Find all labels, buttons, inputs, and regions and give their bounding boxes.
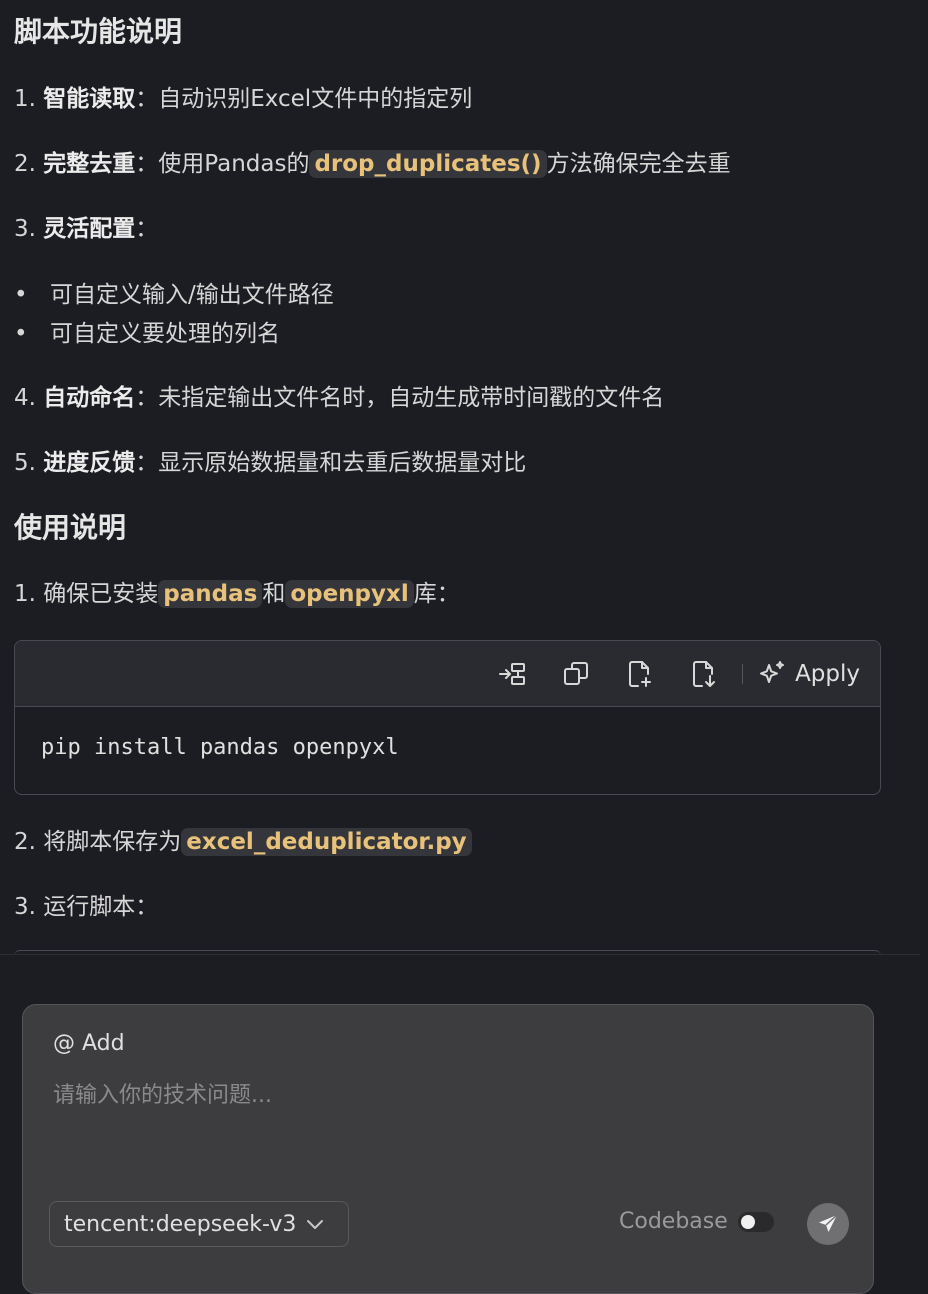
new-file-icon[interactable] <box>608 654 672 694</box>
apply-button[interactable]: Apply <box>757 659 860 689</box>
add-context-button[interactable]: @ Add <box>53 1031 125 1056</box>
feature-item-1: 1. 智能读取：自动识别Excel文件中的指定列 <box>14 86 473 112</box>
features-heading: 脚本功能说明 <box>14 15 183 48</box>
send-button[interactable] <box>807 1203 849 1245</box>
chevron-down-icon <box>307 1220 324 1229</box>
feature-item-3: 3. 灵活配置： <box>14 216 159 242</box>
code-toolbar: Apply <box>15 641 880 707</box>
code-block: Apply pip install pandas openpyxl <box>14 640 881 795</box>
feature-item-2: 2. 完整去重：使用Pandas的 drop_duplicates() 方法确保完全… <box>14 150 731 178</box>
send-icon <box>819 1214 838 1232</box>
inline-code: openpyxl <box>285 580 414 608</box>
copy-icon[interactable] <box>544 654 608 694</box>
inline-code: pandas <box>158 580 263 608</box>
usage-step-3: 3. 运行脚本： <box>14 894 159 920</box>
chat-scroll-area[interactable]: 脚本功能说明 1. 智能读取：自动识别Excel文件中的指定列 2. 完整去重：… <box>0 0 928 955</box>
toolbar-divider <box>742 663 744 684</box>
feature-item-5: 5. 进度反馈：显示原始数据量和去重后数据量对比 <box>14 450 527 476</box>
inline-code: excel_deduplicator.py <box>181 828 472 856</box>
codebase-label: Codebase <box>619 1209 728 1234</box>
codebase-toggle[interactable] <box>737 1211 774 1232</box>
inline-code: drop_duplicates() <box>309 150 547 178</box>
usage-step-2: 2. 将脚本保存为 excel_deduplicator.py <box>14 825 472 859</box>
feature-item-4: 4. 自动命名：未指定输出文件名时，自动生成带时间戳的文件名 <box>14 385 665 411</box>
insert-at-cursor-icon[interactable] <box>480 654 544 694</box>
config-bullet-list: 可自定义输入/输出文件路径 可自定义要处理的列名 <box>14 276 334 354</box>
usage-step-1: 1. 确保已安装 pandas 和 openpyxl 库： <box>14 580 460 608</box>
code-content: pip install pandas openpyxl <box>41 735 399 760</box>
list-item: 可自定义输入/输出文件路径 <box>14 276 334 315</box>
list-item: 可自定义要处理的列名 <box>14 315 334 354</box>
apply-label: Apply <box>795 660 860 687</box>
sparkle-icon <box>760 660 785 683</box>
save-to-file-icon[interactable] <box>672 654 736 694</box>
composer-divider <box>0 954 920 955</box>
usage-heading: 使用说明 <box>14 511 127 544</box>
chat-composer: @ Add tencent:deepseek-v3 Codebase <box>22 1004 874 1294</box>
prompt-input[interactable] <box>53 1083 843 1108</box>
model-name: tencent:deepseek-v3 <box>64 1211 297 1237</box>
codebase-control: Codebase <box>619 1209 774 1234</box>
model-selector[interactable]: tencent:deepseek-v3 <box>49 1201 349 1247</box>
